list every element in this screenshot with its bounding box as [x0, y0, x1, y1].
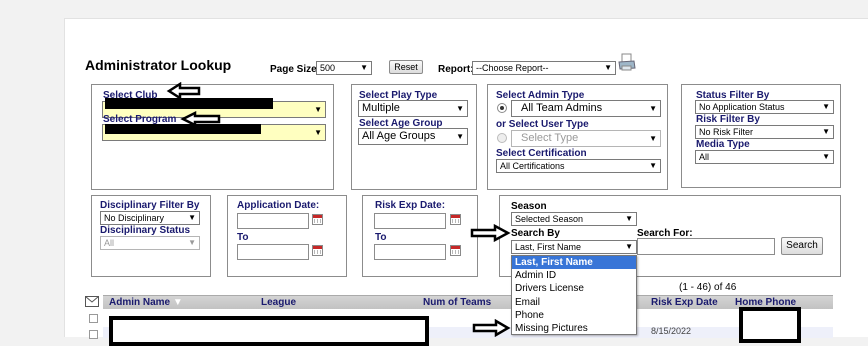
play-type-value: Multiple: [362, 102, 400, 114]
risk-exp-to-input[interactable]: [374, 244, 446, 260]
certification-value: All Certifications: [500, 161, 565, 171]
media-type-value: All: [699, 152, 710, 162]
search-by-value: Last, First Name: [515, 242, 582, 252]
certification-label: Select Certification: [496, 148, 587, 159]
admin-type-select[interactable]: All Team Admins ▼: [511, 100, 661, 117]
report-select[interactable]: --Choose Report-- ▼: [472, 61, 616, 75]
risk-exp-label: Risk Exp Date:: [375, 200, 446, 211]
age-group-value: All Age Groups: [362, 130, 436, 142]
search-button[interactable]: Search: [781, 237, 823, 255]
user-type-select[interactable]: Select Type ▼: [511, 130, 661, 147]
user-type-radio[interactable]: [497, 133, 507, 143]
search-by-option[interactable]: Last, First Name: [512, 256, 636, 270]
results-count: (1 - 46) of 46: [679, 282, 737, 293]
chevron-down-icon: ▼: [649, 134, 657, 143]
risk-filter-value: No Risk Filter: [699, 127, 754, 137]
row-checkbox[interactable]: [89, 330, 98, 339]
user-type-label: or Select User Type: [496, 119, 589, 130]
disciplinary-status-value: All: [104, 238, 115, 248]
status-filter-value: No Application Status: [699, 102, 785, 112]
search-by-option[interactable]: Phone: [512, 309, 636, 322]
season-select[interactable]: Selected Season ▼: [511, 212, 637, 226]
media-type-select[interactable]: All ▼: [695, 150, 834, 164]
chevron-down-icon: ▼: [188, 213, 196, 222]
chevron-down-icon: ▼: [360, 63, 368, 72]
certification-select[interactable]: All Certifications ▼: [496, 159, 661, 173]
risk-exp-to-label: To: [375, 232, 387, 243]
admin-name-redaction: [109, 316, 429, 346]
table-header: Admin Name ▼ League Num of Teams Risk Ex…: [103, 295, 833, 309]
risk-filter-label: Risk Filter By: [696, 114, 760, 125]
media-type-label: Media Type: [696, 139, 750, 150]
search-for-input[interactable]: [637, 238, 775, 255]
disciplinary-filter-value: No Disciplinary: [104, 213, 165, 223]
chevron-down-icon: ▼: [188, 238, 196, 247]
application-to-label: To: [237, 232, 249, 243]
printer-icon[interactable]: [617, 53, 637, 73]
risk-exp-date-cell: 8/15/2022: [651, 326, 692, 336]
calendar-icon[interactable]: [312, 245, 323, 256]
search-by-select[interactable]: Last, First Name ▼: [511, 240, 637, 254]
search-by-option[interactable]: Missing Pictures: [512, 322, 636, 335]
column-admin-name[interactable]: Admin Name ▼: [109, 297, 183, 308]
arrow-right-icon: [472, 319, 511, 337]
chevron-down-icon: ▼: [649, 104, 657, 113]
calendar-icon[interactable]: [450, 214, 461, 225]
disciplinary-status-label: Disciplinary Status: [100, 225, 191, 236]
page-title: Administrator Lookup: [85, 57, 232, 73]
sort-down-icon: ▼: [172, 297, 183, 308]
application-date-from-input[interactable]: [237, 213, 309, 229]
column-num-teams[interactable]: Num of Teams: [423, 297, 491, 308]
arrow-left-icon: [166, 82, 201, 100]
chevron-down-icon: ▼: [456, 104, 464, 113]
application-date-to-input[interactable]: [237, 244, 309, 260]
disciplinary-filter-select[interactable]: No Disciplinary ▼: [100, 211, 200, 225]
column-risk-exp-date[interactable]: Risk Exp Date: [651, 297, 718, 308]
row-checkbox[interactable]: [89, 314, 98, 323]
search-by-label: Search By: [511, 228, 560, 239]
chevron-down-icon: ▼: [649, 161, 657, 170]
play-type-select[interactable]: Multiple ▼: [358, 100, 468, 117]
column-league[interactable]: League: [261, 297, 296, 308]
arrow-right-icon: [470, 224, 511, 242]
admin-type-value: All Team Admins: [521, 102, 603, 114]
chevron-down-icon: ▼: [604, 63, 612, 72]
chevron-down-icon: ▼: [314, 105, 322, 114]
user-type-value: Select Type: [521, 132, 579, 144]
admin-type-radio[interactable]: [497, 103, 507, 113]
search-by-option[interactable]: Drivers License: [512, 282, 636, 295]
reset-button[interactable]: Reset: [389, 60, 423, 74]
page-size-value: 500: [320, 63, 336, 73]
chevron-down-icon: ▼: [822, 102, 830, 111]
season-value: Selected Season: [515, 214, 584, 224]
page-container: Administrator Lookup Page Size: 500 ▼ Res…: [64, 18, 868, 346]
disciplinary-filter-label: Disciplinary Filter By: [100, 200, 200, 211]
season-label: Season: [511, 201, 547, 212]
risk-filter-select[interactable]: No Risk Filter ▼: [695, 125, 834, 139]
disciplinary-status-select[interactable]: All ▼: [100, 236, 200, 250]
age-group-select[interactable]: All Age Groups ▼: [358, 128, 468, 145]
report-value: --Choose Report--: [476, 63, 549, 73]
chevron-down-icon: ▼: [822, 127, 830, 136]
application-date-label: Application Date:: [237, 200, 320, 211]
chevron-down-icon: ▼: [625, 214, 633, 223]
calendar-icon[interactable]: [312, 214, 323, 225]
risk-exp-from-input[interactable]: [374, 213, 446, 229]
arrow-left-icon: [180, 111, 221, 127]
page-size-label: Page Size:: [270, 64, 321, 75]
calendar-icon[interactable]: [450, 245, 461, 256]
report-label: Report:: [438, 64, 474, 75]
chevron-down-icon: ▼: [456, 132, 464, 141]
search-by-dropdown: Last, First Name Admin ID Drivers Licens…: [511, 255, 637, 335]
search-by-option[interactable]: Email: [512, 296, 636, 309]
status-filter-select[interactable]: No Application Status ▼: [695, 100, 834, 114]
page-size-select[interactable]: 500 ▼: [316, 61, 372, 75]
chevron-down-icon: ▼: [314, 128, 322, 137]
home-phone-redaction: [739, 307, 801, 343]
search-by-option[interactable]: Admin ID: [512, 269, 636, 282]
envelope-icon[interactable]: [85, 296, 99, 307]
chevron-down-icon: ▼: [625, 242, 633, 251]
chevron-down-icon: ▼: [822, 152, 830, 161]
